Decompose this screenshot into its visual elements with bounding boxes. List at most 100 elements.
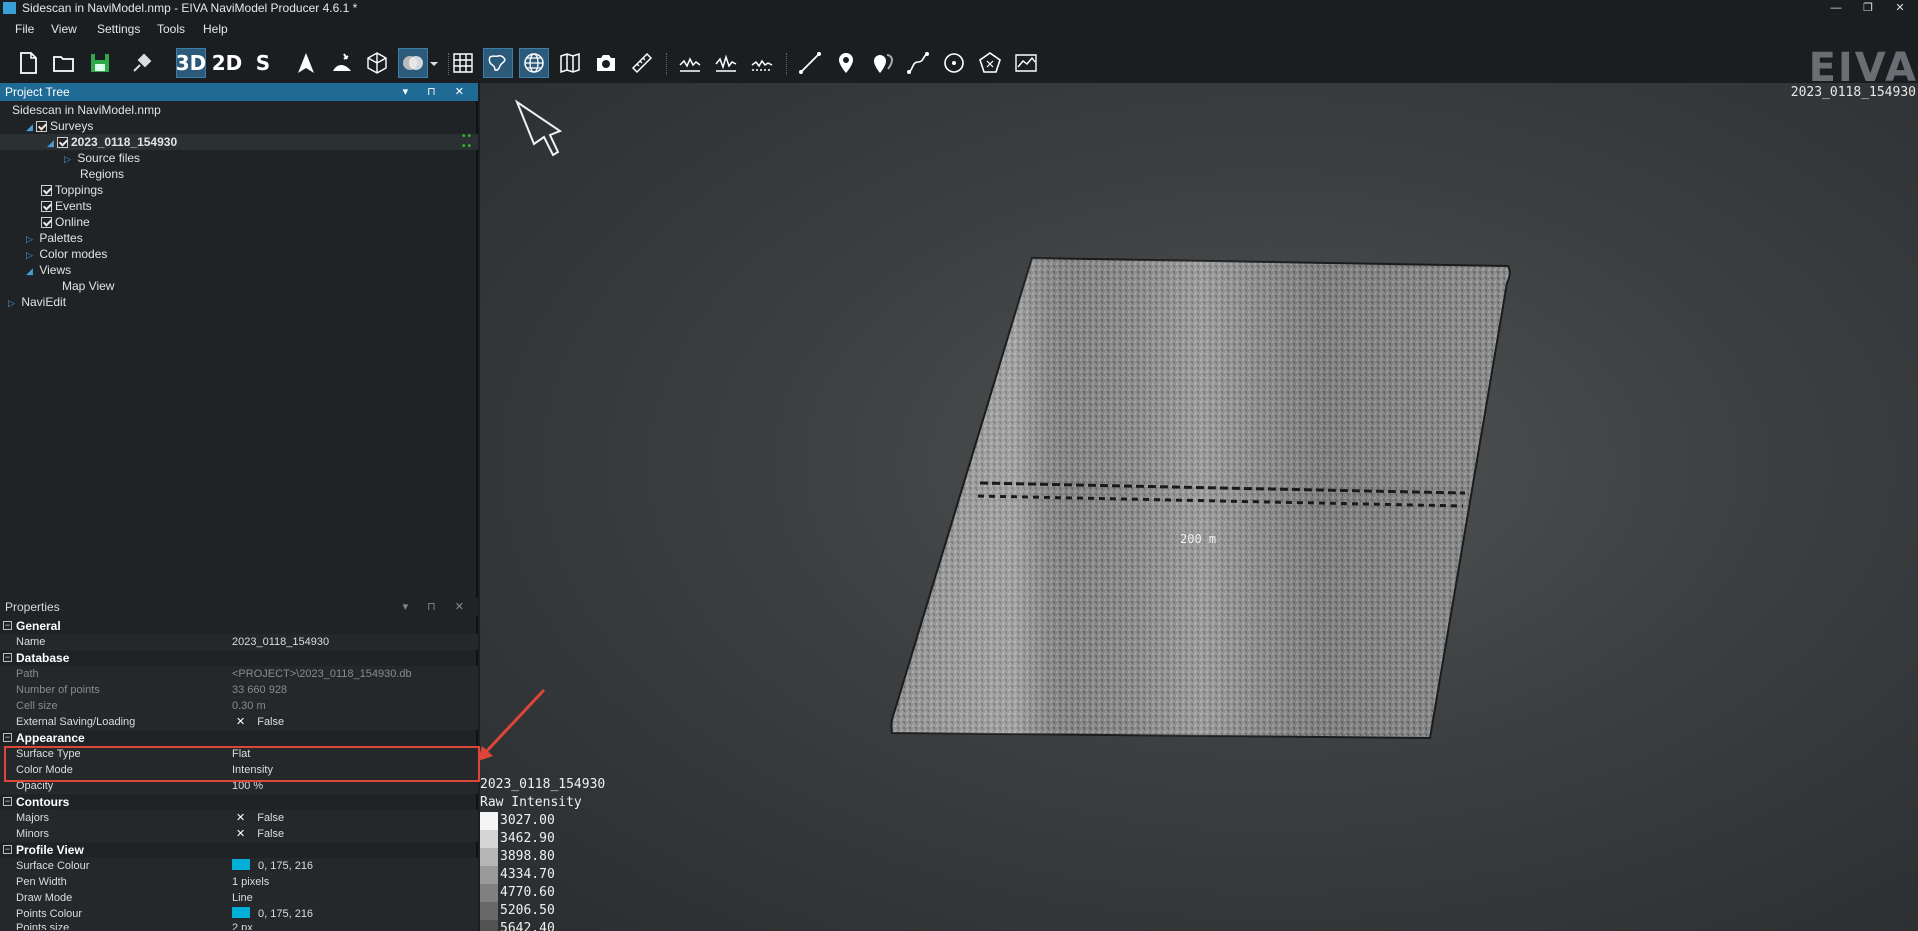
property-row[interactable]: Points Colour 0, 175, 216	[0, 906, 478, 922]
expand-arrow-icon[interactable]: ▷	[64, 151, 74, 167]
connect-plug-icon[interactable]	[127, 48, 157, 78]
collapse-box-icon[interactable]: −	[3, 845, 12, 854]
tree-item-toppings[interactable]: Toppings	[41, 182, 103, 198]
tree-item-map-view[interactable]: Map View	[62, 278, 114, 294]
area-chart-icon[interactable]	[1011, 48, 1041, 78]
tree-item-surveys[interactable]: ◢ Surveys	[26, 118, 93, 134]
location-pin-icon[interactable]	[831, 48, 861, 78]
panel-header-buttons[interactable]: ▾ ⊓ ✕	[403, 598, 472, 616]
tree-item-label: Surveys	[50, 119, 94, 133]
3d-viewport[interactable]: 2023_0118_154930 200 m 2023_0118_154930 …	[480, 83, 1918, 931]
view-2d-button[interactable]: 2D	[212, 48, 243, 78]
tree-item-survey-2023[interactable]: ◢ 2023_0118_154930 •• ••	[0, 131, 478, 152]
globe-icon[interactable]	[519, 48, 549, 78]
ruler-icon[interactable]	[627, 48, 657, 78]
property-row[interactable]: Surface Colour 0, 175, 216	[0, 858, 478, 874]
tree-item-color-modes[interactable]: ▷ Color modes	[26, 246, 107, 262]
tree-item-label: Sidescan in NaviModel.nmp	[12, 103, 161, 117]
category-general[interactable]: − General	[0, 618, 478, 634]
camera-icon[interactable]	[591, 48, 621, 78]
window-title: Sidescan in NaviModel.nmp - EIVA NaviMod…	[22, 1, 358, 15]
new-file-icon[interactable]	[13, 48, 43, 78]
tree-item-regions[interactable]: Regions	[80, 166, 124, 182]
menu-tools[interactable]: Tools	[157, 22, 185, 36]
toolbar-separator	[786, 53, 787, 75]
view-s-button[interactable]: S	[248, 48, 278, 78]
collapse-box-icon[interactable]: −	[3, 621, 12, 630]
legend-swatch	[480, 866, 498, 884]
world-map-icon[interactable]	[483, 48, 513, 78]
collapse-box-icon[interactable]: −	[3, 733, 12, 742]
polygon-icon[interactable]	[975, 48, 1005, 78]
tree-item-source-files[interactable]: ▷ Source files	[64, 150, 140, 166]
legend-swatch	[480, 830, 498, 848]
minimize-button[interactable]: —	[1820, 0, 1852, 17]
panel-header-buttons[interactable]: ▾ ⊓ ✕	[403, 83, 472, 101]
property-row: Number of points 33 660 928	[0, 682, 478, 698]
category-contours[interactable]: − Contours	[0, 794, 478, 810]
grid-icon[interactable]	[448, 48, 478, 78]
property-row[interactable]: Pen Width 1 pixels	[0, 874, 478, 890]
tree-item-events[interactable]: Events	[41, 198, 92, 214]
layers-dropdown-icon[interactable]	[428, 48, 440, 78]
menu-settings[interactable]: Settings	[97, 22, 140, 36]
multi-pin-icon[interactable]	[867, 48, 897, 78]
collapse-box-icon[interactable]: −	[3, 653, 12, 662]
color-swatch[interactable]	[232, 907, 250, 918]
menu-file[interactable]: File	[15, 22, 34, 36]
tree-item-palettes[interactable]: ▷ Palettes	[26, 230, 83, 246]
property-row: Path <PROJECT>\2023_0118_154930.db	[0, 666, 478, 682]
save-icon[interactable]	[85, 48, 115, 78]
property-row[interactable]: Majors ✕ False	[0, 810, 478, 826]
property-row[interactable]: Name 2023_0118_154930	[0, 634, 478, 650]
expand-arrow-icon[interactable]: ▷	[8, 295, 18, 311]
tree-item-label: Regions	[80, 167, 125, 181]
checkbox-checked[interactable]	[41, 185, 52, 196]
toolbar: 3D 2D S EIVA	[0, 43, 1918, 91]
polyline-icon[interactable]	[903, 48, 933, 78]
expand-arrow-icon[interactable]: ▷	[26, 247, 36, 263]
menu-view[interactable]: View	[51, 22, 77, 36]
property-row[interactable]: Draw Mode Line	[0, 890, 478, 906]
restore-button[interactable]: ❐	[1852, 0, 1884, 17]
tree-item-label: Palettes	[39, 231, 83, 245]
category-profile-view[interactable]: − Profile View	[0, 842, 478, 858]
layers-icon[interactable]	[398, 48, 428, 78]
profile-section-icon[interactable]	[747, 48, 777, 78]
map-icon[interactable]	[555, 48, 585, 78]
view-3d-button[interactable]: 3D	[176, 48, 206, 78]
open-folder-icon[interactable]	[49, 48, 79, 78]
property-row[interactable]: External Saving/Loading ✕ False	[0, 714, 478, 730]
property-row[interactable]: Points size 2 px	[0, 922, 478, 931]
expand-arrow-icon[interactable]: ▷	[26, 231, 36, 247]
tree-item-label: Toppings	[55, 183, 104, 197]
checkbox-checked[interactable]	[57, 137, 68, 148]
tree-item-project[interactable]: Sidescan in NaviModel.nmp	[12, 102, 161, 118]
wireframe-cube-icon[interactable]	[362, 48, 392, 78]
profile-line-icon[interactable]	[675, 48, 705, 78]
sidescan-mosaic	[514, 99, 1511, 740]
checkbox-checked[interactable]	[41, 217, 52, 228]
tree-item-online[interactable]: Online	[41, 214, 90, 230]
category-database[interactable]: − Database	[0, 650, 478, 666]
draw-line-icon[interactable]	[795, 48, 825, 78]
target-circle-icon[interactable]	[939, 48, 969, 78]
legend-row: 3462.90	[480, 830, 605, 848]
checkbox-checked[interactable]	[36, 121, 47, 132]
collapse-box-icon[interactable]: −	[3, 797, 12, 806]
category-appearance[interactable]: − Appearance	[0, 730, 478, 746]
close-button[interactable]: ✕	[1884, 0, 1916, 17]
tree-item-naviedit[interactable]: ▷ NaviEdit	[8, 294, 66, 310]
project-tree-header: Project Tree ▾ ⊓ ✕	[0, 83, 478, 101]
checkbox-checked[interactable]	[41, 201, 52, 212]
tree-item-views[interactable]: ◢ Views	[26, 262, 71, 278]
property-row[interactable]: Minors ✕ False	[0, 826, 478, 842]
collapse-arrow-icon[interactable]: ◢	[26, 119, 36, 135]
color-swatch[interactable]	[232, 859, 250, 870]
menu-help[interactable]: Help	[203, 22, 228, 36]
profile-multi-icon[interactable]	[711, 48, 741, 78]
north-arrow-icon[interactable]	[291, 48, 321, 78]
sun-light-icon[interactable]	[327, 48, 357, 78]
collapse-arrow-icon[interactable]: ◢	[47, 135, 57, 151]
collapse-arrow-icon[interactable]: ◢	[26, 263, 36, 279]
